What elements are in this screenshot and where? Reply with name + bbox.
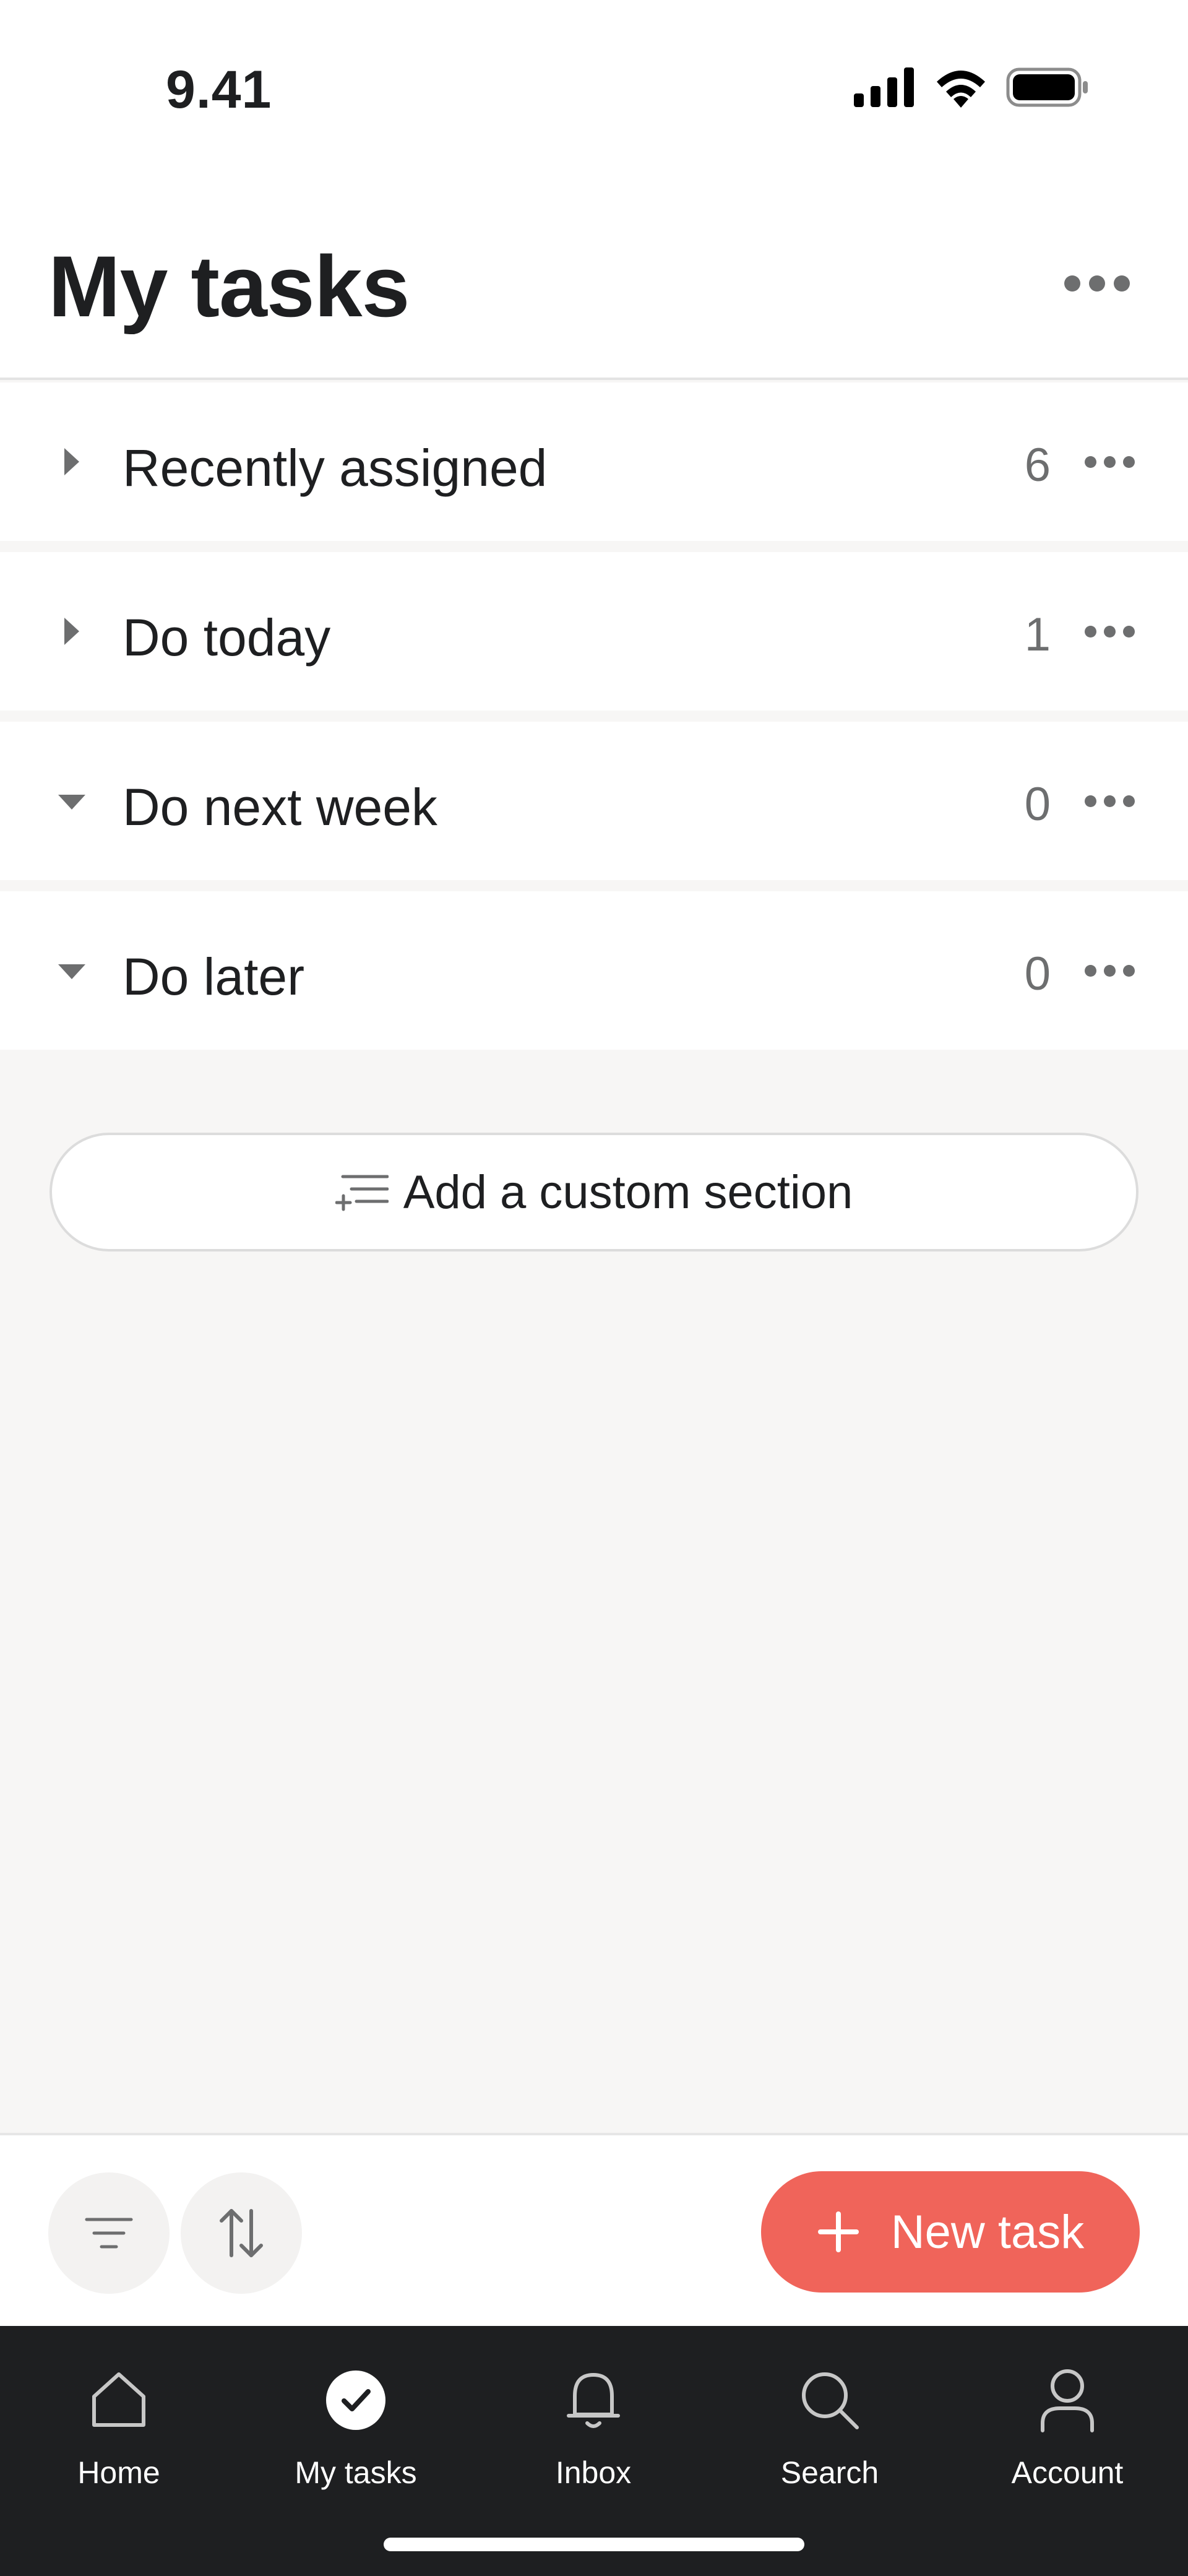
filter-icon	[85, 2218, 133, 2249]
section-more-button[interactable]	[1075, 777, 1143, 824]
section-count: 6	[1024, 439, 1051, 491]
caret-down-icon[interactable]	[56, 961, 88, 983]
tab-account[interactable]: Account	[975, 2363, 1160, 2505]
more-dot	[1122, 964, 1135, 977]
section-label: Recently assigned	[123, 439, 548, 497]
tab-my-tasks[interactable]: My tasks	[263, 2363, 449, 2505]
section-label: Do later	[123, 948, 305, 1006]
wifi-icon	[937, 71, 985, 108]
status-icons	[854, 67, 1089, 108]
home-indicator	[384, 2538, 804, 2551]
new-task-label: New task	[890, 2205, 1085, 2258]
home-icon	[82, 2363, 156, 2437]
search-icon	[793, 2363, 867, 2437]
cellular-signal-icon	[854, 67, 914, 107]
more-dot	[1103, 456, 1116, 468]
bottom-toolbar: New task	[0, 2133, 1188, 2326]
tab-label: Home	[77, 2455, 160, 2490]
sort-button[interactable]	[181, 2172, 302, 2294]
battery-icon	[1006, 67, 1088, 107]
more-dot	[1084, 795, 1096, 807]
tab-label: Account	[1011, 2455, 1124, 2490]
status-bar: 9.41	[0, 0, 1188, 179]
more-dot	[1103, 964, 1116, 977]
add-custom-section-button[interactable]: Add a custom section	[50, 1133, 1138, 1251]
more-dot	[1122, 625, 1135, 638]
section-count: 0	[1024, 948, 1051, 1000]
filter-button[interactable]	[48, 2172, 170, 2294]
more-dot	[1089, 275, 1105, 292]
tab-label: My tasks	[295, 2455, 417, 2490]
tab-label: Search	[780, 2455, 879, 2490]
section-label: Do today	[123, 608, 331, 667]
section-do-next-week[interactable]: Do next week 0	[0, 722, 1188, 880]
status-time: 9.41	[166, 60, 272, 119]
more-dot	[1122, 456, 1135, 468]
tab-inbox[interactable]: Inbox	[501, 2363, 686, 2505]
plus-icon	[817, 2211, 859, 2252]
add-section-label: Add a custom section	[403, 1165, 853, 1219]
more-dot	[1084, 456, 1096, 468]
add-section-icon	[335, 1175, 389, 1211]
page-title: My tasks	[48, 238, 410, 335]
tab-label: Inbox	[555, 2455, 632, 2490]
page-header: My tasks	[0, 179, 1188, 380]
section-more-button[interactable]	[1075, 438, 1143, 485]
more-dot	[1064, 275, 1080, 292]
section-label: Do next week	[123, 778, 437, 836]
tab-home[interactable]: Home	[26, 2363, 212, 2505]
tab-search[interactable]: Search	[737, 2363, 923, 2505]
section-recently-assigned[interactable]: Recently assigned 6	[0, 383, 1188, 541]
check-circle-icon	[319, 2363, 393, 2437]
section-count: 1	[1024, 608, 1051, 661]
caret-right-icon[interactable]	[61, 444, 83, 479]
more-dot	[1084, 625, 1096, 638]
caret-right-icon[interactable]	[61, 614, 83, 649]
more-dot	[1114, 275, 1130, 292]
caret-down-icon[interactable]	[56, 791, 88, 813]
section-do-later[interactable]: Do later 0	[0, 891, 1188, 1050]
bell-icon	[556, 2363, 631, 2437]
more-dot	[1084, 964, 1096, 977]
sort-icon	[220, 2209, 263, 2257]
section-count: 0	[1024, 778, 1051, 831]
new-task-button[interactable]: New task	[761, 2171, 1140, 2293]
section-do-today[interactable]: Do today 1	[0, 552, 1188, 711]
header-more-button[interactable]	[1051, 259, 1143, 308]
more-dot	[1103, 625, 1116, 638]
user-icon	[1030, 2363, 1104, 2437]
more-dot	[1103, 795, 1116, 807]
tab-bar: Home My tasks Inbox Search Account	[0, 2326, 1188, 2576]
section-more-button[interactable]	[1075, 608, 1143, 655]
section-more-button[interactable]	[1075, 947, 1143, 994]
more-dot	[1122, 795, 1135, 807]
